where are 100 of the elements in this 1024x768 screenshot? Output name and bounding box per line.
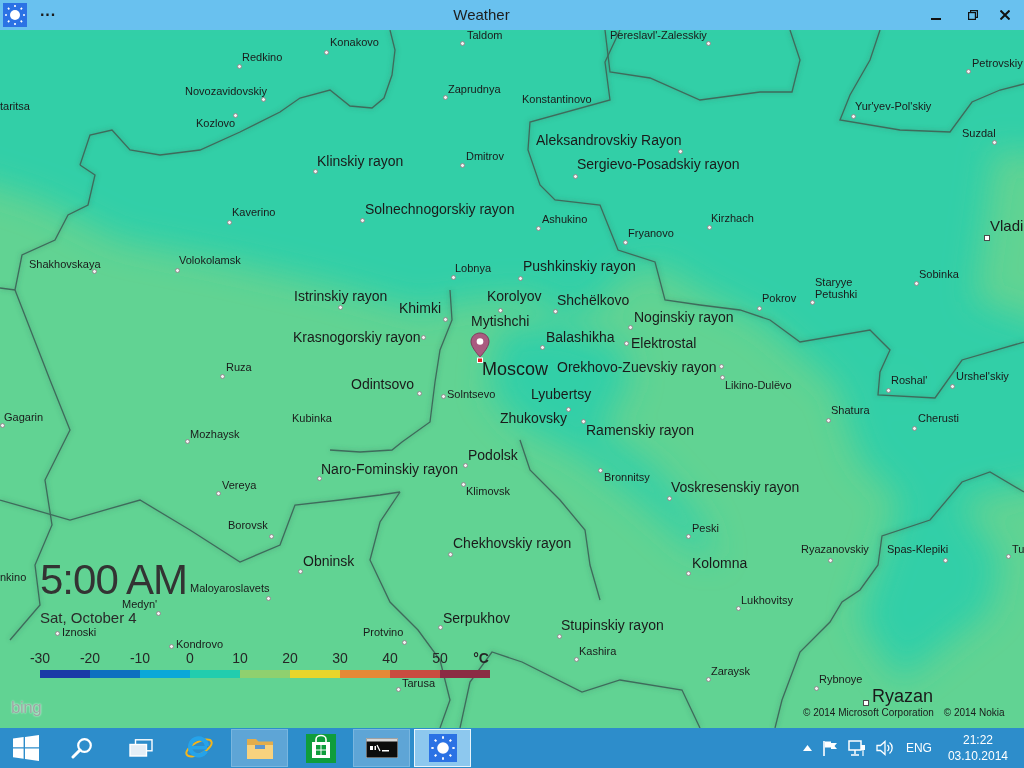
speaker-icon[interactable] [875, 740, 894, 756]
place-label: Petrovskiy [972, 58, 1023, 69]
place-label: Elektrostal [631, 336, 697, 350]
task-view-icon [129, 739, 153, 757]
copyright-text: © 2014 Nokia [943, 708, 1005, 718]
app-sun-icon [3, 3, 27, 27]
place-label: Staryye Petushki [815, 276, 859, 300]
legend-unit: °C [472, 651, 490, 665]
place-label: Pushkinskiy rayon [523, 259, 636, 273]
city-marker-icon [984, 235, 990, 241]
legend-tick-label: 10 [231, 651, 249, 665]
place-label: Sergievo-Posadskiy rayon [577, 157, 740, 171]
place-label: Likino-Dulëvo [725, 380, 792, 391]
place-label: Vladi [990, 218, 1024, 233]
map-provider-logo: bing [11, 699, 42, 716]
minimize-icon [931, 17, 941, 20]
more-button[interactable]: ··· [36, 3, 60, 27]
place-label: Aleksandrovskiy Rayon [536, 133, 682, 147]
close-icon [1000, 10, 1010, 20]
place-label: Bronnitsy [604, 472, 650, 483]
place-label: Zaprudnya [448, 84, 501, 95]
place-label: Ashukino [542, 214, 588, 225]
place-label: Volokolamsk [179, 255, 241, 266]
sun-icon [428, 734, 457, 762]
place-label: Serpukhov [443, 611, 510, 625]
place-label: Klinskiy rayon [317, 154, 404, 168]
place-label: Roshal' [891, 375, 928, 386]
place-label: Lukhovitsy [741, 595, 793, 606]
place-label: Stupinskiy rayon [561, 618, 664, 632]
network-monitor-icon[interactable] [847, 739, 866, 757]
location-pin-icon [470, 332, 490, 363]
place-label: Vereya [222, 480, 257, 491]
forecast-time: 5:00 AM [40, 559, 188, 601]
place-label: Shchëlkovo [557, 293, 630, 307]
place-label: Solnechnogorskiy rayon [365, 202, 515, 216]
place-label: Kaverino [232, 207, 276, 218]
legend-tick-label: 20 [281, 651, 299, 665]
place-label: Ryazanovskiy [801, 544, 869, 555]
place-label: Naro-Fominskiy rayon [321, 462, 458, 476]
place-label: Taldom [467, 30, 503, 41]
place-label: Pokrov [762, 293, 797, 304]
windows-logo-icon [13, 735, 39, 761]
clock-time[interactable]: 21:22 [962, 732, 993, 748]
legend-tick-label: 0 [185, 651, 195, 665]
place-label: Lobnya [455, 263, 492, 274]
place-label: Peski [692, 523, 719, 534]
place-label: Protvino [363, 627, 404, 638]
place-label: Balashikha [546, 330, 615, 344]
taskbar-app-button[interactable] [353, 729, 410, 767]
legend-tick-label: 40 [381, 651, 399, 665]
place-label: Sobinka [919, 269, 959, 280]
place-label: Korolyov [487, 289, 542, 303]
place-label: Mozhaysk [190, 429, 240, 440]
place-label: taritsa [0, 101, 30, 112]
place-label: Shatura [831, 405, 870, 416]
place-label: Cherusti [918, 413, 959, 424]
place-label: Maloyaroslavets [190, 583, 270, 594]
place-label: Klimovsk [466, 486, 510, 497]
place-label: Istrinskiy rayon [294, 289, 388, 303]
place-label: Ruza [226, 362, 252, 373]
folder-icon [245, 736, 274, 760]
clock-date[interactable]: 03.10.2014 [947, 748, 1008, 764]
legend-tick-label: -20 [78, 651, 102, 665]
legend-tick-label: 30 [331, 651, 349, 665]
terminal-icon [365, 738, 398, 758]
legend-tick-label: 50 [431, 651, 449, 665]
place-label: Iznoski [62, 627, 97, 638]
window-title: Weather [453, 4, 510, 25]
place-label: Borovsk [228, 520, 268, 531]
legend-tick-label: -10 [128, 651, 152, 665]
place-label: Redkino [242, 52, 283, 63]
place-label: Kirzhach [711, 213, 754, 224]
place-label: Chekhovskiy rayon [453, 536, 572, 550]
place-label: Rybnoye [819, 674, 863, 685]
shopping-bag-icon [305, 733, 336, 763]
place-label: Solntsevo [447, 389, 496, 400]
place-label: Tu [1012, 544, 1024, 555]
place-label: Kondrovo [176, 639, 224, 650]
place-label: Yur'yev-Pol'skiy [855, 101, 932, 112]
place-label: Moscow [482, 360, 548, 378]
place-label: Kozlovo [196, 118, 236, 129]
place-label: Konakovo [330, 37, 379, 48]
place-label: Noginskiy rayon [634, 310, 734, 324]
city-marker-icon [863, 700, 869, 706]
place-label: Lyubertsy [531, 387, 592, 401]
search-icon [71, 737, 93, 759]
flag-icon[interactable] [821, 740, 838, 756]
place-label: Gagarin [4, 412, 44, 423]
place-label: Krasnogorskiy rayon [293, 330, 421, 344]
place-label: Ramenskiy rayon [586, 423, 695, 437]
place-label: Orekhovo-Zuevskiy rayon [557, 360, 717, 374]
place-label: Spas-Klepiki [887, 544, 949, 555]
caret-up-icon[interactable] [802, 745, 812, 751]
place-label: Odintsovo [351, 377, 415, 391]
place-label: Mytishchi [471, 314, 530, 328]
legend-tick-label: -30 [28, 651, 52, 665]
place-label: Ryazan [872, 687, 934, 705]
place-label: Suzdal [962, 128, 996, 139]
place-label: Khimki [399, 301, 441, 315]
language-indicator[interactable]: ENG [905, 739, 932, 757]
